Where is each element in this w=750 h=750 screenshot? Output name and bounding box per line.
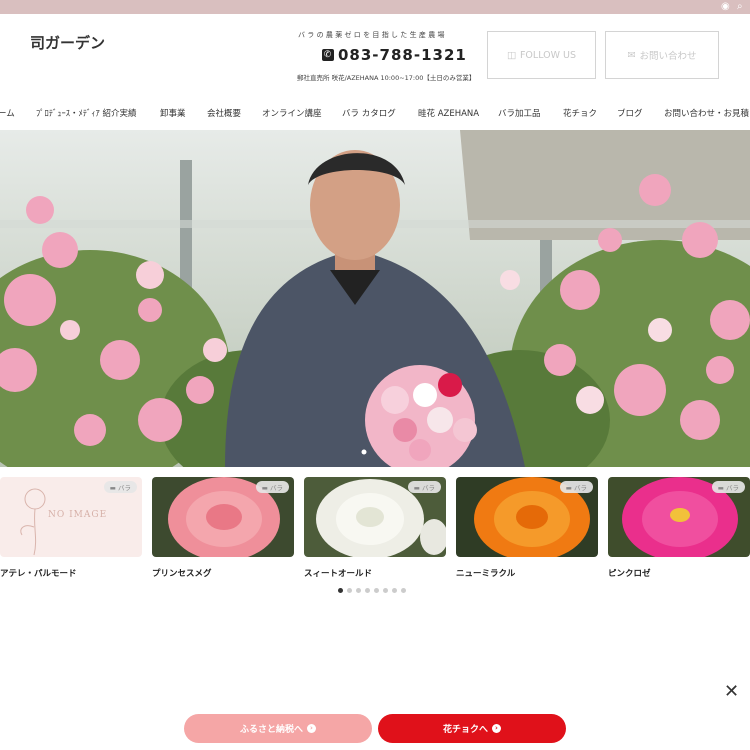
nav-item-blog[interactable]: ブログ bbox=[617, 107, 643, 119]
category-badge: ▬ バラ bbox=[255, 481, 289, 493]
instagram-icon: ◫ bbox=[506, 49, 516, 61]
nav-item-produce[interactable]: ﾌﾟﾛﾃﾞｭｰｽ・ﾒﾃﾞｨｱ 紹介実績 bbox=[36, 107, 136, 119]
mail-icon: ✉ bbox=[627, 49, 636, 61]
follow-us-label: FOLLOW US bbox=[519, 49, 577, 61]
hero-slider[interactable] bbox=[0, 130, 750, 467]
product-image: NO IMAGE ▬ バラ bbox=[0, 477, 142, 557]
hanachoku-button[interactable]: 花チョクへ › bbox=[378, 714, 566, 743]
product-card[interactable]: ▬ バラ プリンセスメグ bbox=[152, 477, 294, 579]
folder-icon: ▬ bbox=[261, 484, 270, 492]
product-carousel: NO IMAGE ▬ バラ アテレ・パルモード ▬ バラ プリンセスメグ ▬ バ… bbox=[0, 477, 750, 587]
furusato-label: ふるさと納税へ bbox=[239, 725, 303, 735]
phone-text: 083-788-1321 bbox=[338, 46, 467, 64]
nav-item-products[interactable]: バラ加工品 bbox=[498, 107, 541, 119]
pagination-dot[interactable] bbox=[374, 588, 379, 593]
product-image: ▬ バラ bbox=[304, 477, 446, 557]
product-card[interactable]: ▬ バラ ニューミラクル bbox=[456, 477, 598, 579]
contact-button[interactable]: ✉ お問い合わせ bbox=[605, 31, 719, 79]
main-nav: ーム ﾌﾟﾛﾃﾞｭｰｽ・ﾒﾃﾞｨｱ 紹介実績 卸事業 会社概要 オンライン講座 … bbox=[0, 98, 750, 130]
category-badge: ▬ バラ bbox=[407, 481, 441, 493]
folder-icon: ▬ bbox=[109, 484, 118, 492]
product-card[interactable]: NO IMAGE ▬ バラ アテレ・パルモード bbox=[0, 477, 142, 579]
product-name: スィートオールド bbox=[304, 569, 373, 579]
pagination-dot[interactable] bbox=[401, 588, 406, 593]
product-name: プリンセスメグ bbox=[152, 569, 212, 579]
rss-icon[interactable]: ◉ bbox=[721, 1, 730, 12]
nav-item-online-course[interactable]: オンライン講座 bbox=[262, 107, 322, 119]
folder-icon: ▬ bbox=[413, 484, 422, 492]
furusato-button[interactable]: ふるさと納税へ › bbox=[184, 714, 372, 743]
site-header: 司ガーデン バラの農薬ゼロを目指した生産農場 ✆ 083-788-1321 郵社… bbox=[0, 14, 750, 98]
product-name: ニューミラクル bbox=[456, 569, 516, 579]
folder-icon: ▬ bbox=[565, 484, 574, 492]
search-icon[interactable]: ⌕ bbox=[737, 1, 743, 12]
chevron-right-icon: › bbox=[307, 724, 316, 733]
pagination-dot[interactable] bbox=[365, 588, 370, 593]
phone-number[interactable]: ✆ 083-788-1321 bbox=[322, 46, 467, 64]
chevron-right-icon: › bbox=[492, 724, 501, 733]
product-name: アテレ・パルモード bbox=[0, 569, 77, 579]
nav-item-rose-catalog[interactable]: バラ カタログ bbox=[342, 107, 396, 119]
category-badge: ▬ バラ bbox=[559, 481, 593, 493]
pagination-dot[interactable] bbox=[356, 588, 361, 593]
pagination-dot[interactable] bbox=[347, 588, 352, 593]
pagination-dot[interactable] bbox=[383, 588, 388, 593]
hanachoku-label: 花チョクへ bbox=[442, 725, 488, 735]
nav-item-hanachoku[interactable]: 花チョク bbox=[563, 107, 597, 119]
folder-icon: ▬ bbox=[717, 484, 726, 492]
product-card[interactable]: ▬ バラ ピンクロゼ bbox=[608, 477, 750, 579]
close-icon[interactable]: ✕ bbox=[724, 681, 739, 702]
nav-item-contact[interactable]: お問い合わせ・お見積 bbox=[664, 107, 749, 119]
nav-item-wholesale[interactable]: 卸事業 bbox=[160, 107, 186, 119]
no-image-label: NO IMAGE bbox=[48, 510, 108, 520]
product-image: ▬ バラ bbox=[152, 477, 294, 557]
pagination-dot[interactable] bbox=[338, 588, 343, 593]
site-logo[interactable]: 司ガーデン bbox=[30, 32, 105, 53]
follow-us-button[interactable]: ◫ FOLLOW US bbox=[487, 31, 596, 79]
nav-item-company[interactable]: 会社概要 bbox=[207, 107, 241, 119]
pagination-dot[interactable] bbox=[392, 588, 397, 593]
product-name: ピンクロゼ bbox=[608, 569, 651, 579]
nav-item-home[interactable]: ーム bbox=[0, 107, 15, 119]
store-hours: 郵社直売所 咲花/AZEHANA 10:00~17:00【土日のみ営業】 bbox=[297, 74, 476, 82]
phone-icon: ✆ bbox=[322, 49, 334, 61]
carousel-pagination bbox=[338, 588, 406, 593]
tagline: バラの農薬ゼロを目指した生産農場 bbox=[298, 31, 447, 39]
category-badge: ▬ バラ bbox=[711, 481, 745, 493]
hero-image bbox=[0, 130, 750, 467]
product-card[interactable]: ▬ バラ スィートオールド bbox=[304, 477, 446, 579]
contact-label: お問い合わせ bbox=[639, 51, 697, 62]
product-image: ▬ バラ bbox=[456, 477, 598, 557]
top-bar: ◉ ⌕ bbox=[0, 0, 750, 14]
category-badge: ▬ バラ bbox=[103, 481, 137, 493]
nav-item-azehana[interactable]: 畦花 AZEHANA bbox=[418, 107, 479, 119]
product-image: ▬ バラ bbox=[608, 477, 750, 557]
